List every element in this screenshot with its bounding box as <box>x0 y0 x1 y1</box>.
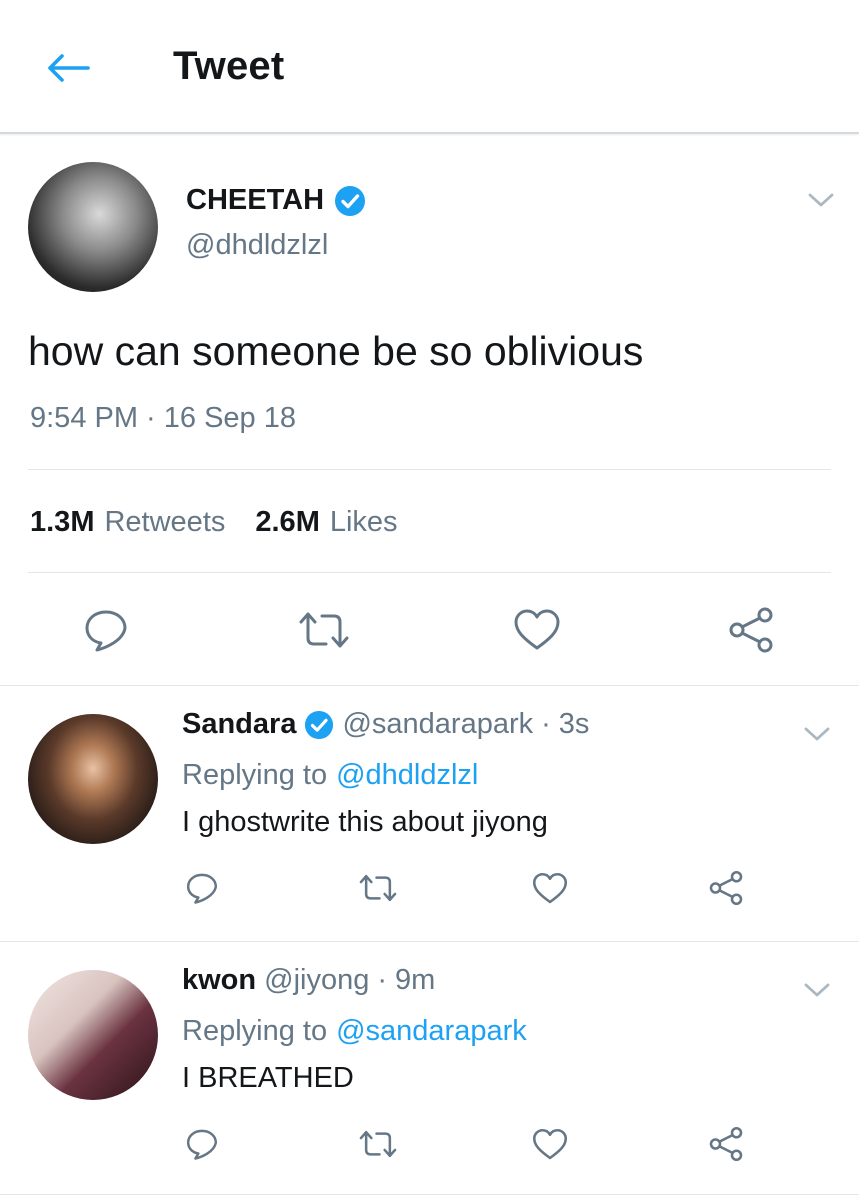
reply-actions <box>0 868 859 912</box>
retweet-icon <box>299 612 349 648</box>
reply-time[interactable]: 3s <box>559 708 590 741</box>
replying-to-link[interactable]: @sandarapark <box>336 1015 527 1048</box>
retweet-icon <box>359 1130 397 1158</box>
share-button[interactable] <box>706 1124 746 1164</box>
like-button[interactable] <box>512 606 562 654</box>
retweets-count: 1.3M <box>30 506 95 538</box>
engagement-stats: 1.3M Retweets 2.6M Likes <box>30 506 398 539</box>
replying-prefix: Replying to <box>182 759 328 791</box>
reply-actions <box>0 1124 859 1168</box>
arrow-left-icon <box>48 54 90 82</box>
more-options-button[interactable] <box>802 724 832 744</box>
retweets-stat[interactable]: 1.3M Retweets <box>30 506 225 539</box>
separator-dot: · <box>377 964 388 996</box>
tweet-text: how can someone be so oblivious <box>28 328 644 374</box>
replying-prefix: Replying to <box>182 1015 328 1047</box>
like-icon <box>514 609 560 650</box>
separator-dot: · <box>541 708 551 740</box>
more-options-button[interactable] <box>806 190 836 210</box>
more-options-button[interactable] <box>802 980 832 1000</box>
top-app-bar: Tweet <box>0 0 859 134</box>
main-tweet: CHEETAH @dhdldzlzl how can someone be so… <box>0 136 859 686</box>
share-icon <box>709 1126 743 1162</box>
chevron-down-icon <box>808 193 834 207</box>
like-icon <box>532 872 568 903</box>
reply-button[interactable] <box>182 1124 222 1164</box>
chevron-down-icon <box>804 983 830 997</box>
likes-label: Likes <box>329 506 398 538</box>
avatar[interactable] <box>28 162 158 292</box>
like-button[interactable] <box>530 868 570 908</box>
author-handle[interactable]: @dhdldzlzl <box>186 229 328 262</box>
reply-text: I ghostwrite this about jiyong <box>182 806 548 838</box>
reply-time[interactable]: 9m <box>395 964 435 997</box>
chevron-down-icon <box>804 727 830 741</box>
verified-badge-icon <box>305 710 334 739</box>
like-icon <box>532 1128 568 1159</box>
replying-to-link[interactable]: @dhdldzlzl <box>336 759 478 792</box>
replying-to: Replying to @dhdldzlzl <box>182 759 478 792</box>
reply-tweet[interactable]: Sandara @sandarapark · 3s Replying to @d… <box>0 686 859 942</box>
reply-button[interactable] <box>82 606 130 654</box>
author-name[interactable]: kwon <box>182 964 256 997</box>
like-button[interactable] <box>530 1124 570 1164</box>
reply-tweet[interactable]: kwon @jiyong · 9m Replying to @sandarapa… <box>0 942 859 1195</box>
author-name[interactable]: Sandara <box>182 708 296 741</box>
share-button[interactable] <box>726 606 776 654</box>
share-icon <box>709 870 743 906</box>
reply-icon <box>186 873 218 904</box>
retweet-icon <box>359 874 397 902</box>
share-icon <box>729 607 773 653</box>
page-title: Tweet <box>173 44 285 88</box>
author-handle[interactable]: @jiyong <box>264 964 369 997</box>
retweet-button[interactable] <box>356 1124 400 1164</box>
replying-to: Replying to @sandarapark <box>182 1015 527 1048</box>
verified-badge-icon <box>335 185 366 216</box>
tweet-actions <box>0 602 859 658</box>
divider <box>28 572 831 573</box>
reply-icon <box>85 610 127 652</box>
reply-header: Sandara @sandarapark · 3s <box>182 708 589 741</box>
retweets-label: Retweets <box>104 506 226 538</box>
divider <box>28 469 831 470</box>
reply-icon <box>186 1129 218 1160</box>
tweet-timestamp[interactable]: 9:54 PM · 16 Sep 18 <box>30 402 296 435</box>
back-button[interactable] <box>40 46 96 90</box>
reply-text: I BREATHED <box>182 1062 354 1094</box>
likes-count: 2.6M <box>255 506 320 538</box>
likes-stat[interactable]: 2.6M Likes <box>255 506 397 539</box>
avatar[interactable] <box>28 970 158 1100</box>
author-name: CHEETAH <box>186 184 325 216</box>
avatar[interactable] <box>28 714 158 844</box>
share-button[interactable] <box>706 868 746 908</box>
author-handle[interactable]: @sandarapark <box>342 708 533 741</box>
author-name-row[interactable]: CHEETAH <box>186 184 366 217</box>
reply-button[interactable] <box>182 868 222 908</box>
retweet-button[interactable] <box>296 606 352 654</box>
retweet-button[interactable] <box>356 868 400 908</box>
reply-header: kwon @jiyong · 9m <box>182 964 435 997</box>
